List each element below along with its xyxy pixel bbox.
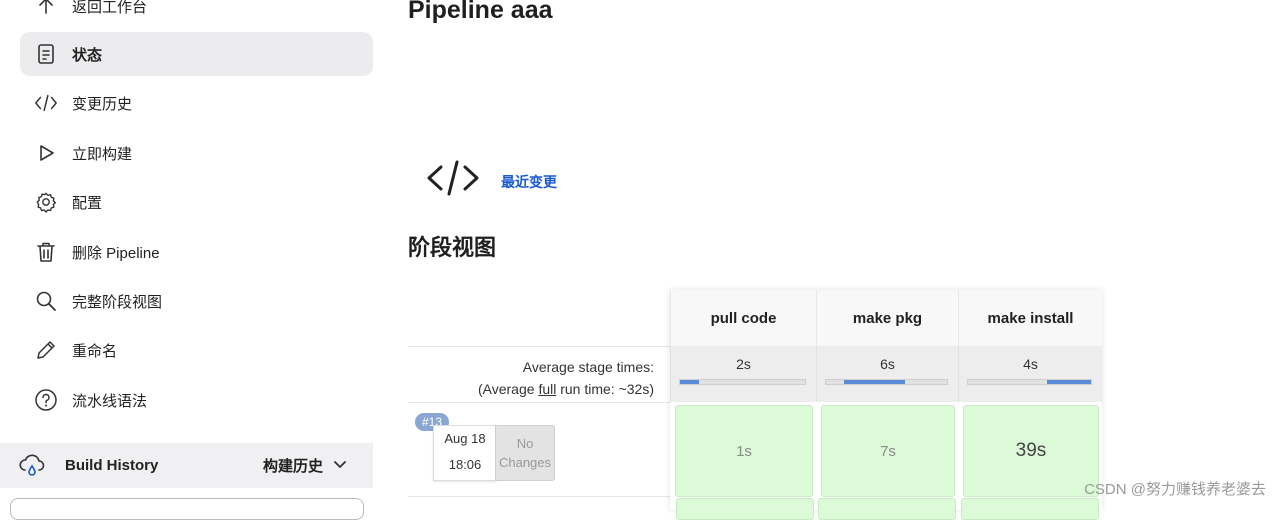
average-full-run-time-text: (Average full run time: ~32s) xyxy=(478,378,654,400)
watermark: CSDN @努力赚钱养老婆去 xyxy=(1084,481,1266,498)
sidebar-item-label: 配置 xyxy=(72,194,103,212)
cloud-rain-icon xyxy=(18,453,46,479)
build-changes[interactable]: No Changes xyxy=(495,425,555,481)
build-date-time: 18:06 xyxy=(448,457,482,472)
stage-average-time: 4s xyxy=(1023,356,1038,372)
sidebar-item-build-now[interactable]: 立即构建 xyxy=(20,131,373,175)
stage-cell[interactable] xyxy=(676,498,814,520)
stage-average-bar-fill xyxy=(680,380,699,384)
build-history-filter-input[interactable] xyxy=(10,498,364,520)
trash-icon xyxy=(34,240,58,264)
pencil-icon xyxy=(34,338,58,362)
page-title: Pipeline aaa xyxy=(408,0,553,24)
stage-average: 4s xyxy=(958,346,1102,402)
sidebar-item-label: 变更历史 xyxy=(72,95,133,113)
stage-average-bar-fill xyxy=(1046,380,1091,384)
stage-column: pull code 2s 1s xyxy=(670,290,816,510)
sidebar-item-pipeline-syntax[interactable]: 流水线语法 xyxy=(20,378,373,422)
stage-average-bar xyxy=(967,379,1092,385)
recent-changes-link[interactable]: 最近变更 xyxy=(501,172,557,192)
code-icon xyxy=(426,158,480,198)
average-times-label: Average stage times: (Average full run t… xyxy=(478,356,654,400)
stage-header: make install xyxy=(958,290,1102,346)
document-icon xyxy=(34,42,58,66)
sidebar-item-back-to-dashboard[interactable]: 返回工作台 xyxy=(20,0,373,28)
stage-view-heading: 阶段视图 xyxy=(408,235,497,260)
chevron-down-icon xyxy=(333,457,347,474)
sidebar-item-label: 删除 Pipeline xyxy=(72,244,160,262)
search-icon xyxy=(34,289,58,313)
stage-cell[interactable]: 7s xyxy=(821,405,955,497)
play-icon xyxy=(34,141,58,165)
sidebar-item-label: 立即构建 xyxy=(72,145,133,163)
sidebar-item-label: 流水线语法 xyxy=(72,392,148,410)
build-date: Aug 18 18:06 xyxy=(433,425,497,481)
stage-grid: pull code 2s 1s make pkg 6s 7s make inst… xyxy=(670,290,1102,510)
sidebar-item-label: 返回工作台 xyxy=(72,0,148,16)
average-stage-times-text: Average stage times: xyxy=(522,359,654,375)
stage-average-time: 2s xyxy=(736,356,751,372)
stage-column: make install 4s 39s xyxy=(958,290,1102,510)
row-divider xyxy=(408,496,670,497)
gear-icon xyxy=(34,190,58,214)
build-row: #13 Aug 18 18:06 No Changes xyxy=(408,402,670,497)
sidebar-item-label: 完整阶段视图 xyxy=(72,293,163,311)
sidebar-item-configure[interactable]: 配置 xyxy=(20,180,373,224)
arrow-up-icon xyxy=(34,0,58,18)
stage-average-time: 6s xyxy=(880,356,895,372)
stage-average: 6s xyxy=(816,346,958,402)
stage-average-bar xyxy=(679,379,806,385)
build-history-toggle-label: 构建历史 xyxy=(263,458,324,475)
avg-prefix: (Average xyxy=(477,381,539,397)
stage-cell[interactable]: 1s xyxy=(675,405,813,497)
sidebar-item-status[interactable]: 状态 xyxy=(20,32,373,76)
sidebar-item-label: 重命名 xyxy=(72,342,118,360)
build-date-day: Aug 18 xyxy=(444,431,486,446)
build-history-bar: Build History 构建历史 xyxy=(0,443,373,488)
stage-cell[interactable]: 39s xyxy=(963,405,1099,497)
stage-cell[interactable] xyxy=(961,498,1099,520)
sidebar-item-rename[interactable]: 重命名 xyxy=(20,328,373,372)
sidebar-item-label: 状态 xyxy=(72,46,103,64)
stage-header: pull code xyxy=(670,290,816,346)
stage-header: make pkg xyxy=(816,290,958,346)
sidebar: 返回工作台 状态 变更历史 立即构建 配置 删除 Pipeline 完整阶段视图… xyxy=(0,0,390,520)
stage-average-bar xyxy=(825,379,948,385)
build-history-toggle[interactable]: 构建历史 xyxy=(263,455,347,476)
help-icon xyxy=(34,388,58,412)
build-history-title: Build History xyxy=(65,457,159,474)
average-times-header: Average stage times: (Average full run t… xyxy=(408,346,670,403)
avg-suffix: run time: ~32s) xyxy=(556,381,654,397)
full-run-link[interactable]: full xyxy=(538,381,556,397)
sidebar-item-changes[interactable]: 变更历史 xyxy=(20,81,373,125)
stage-column: make pkg 6s 7s xyxy=(816,290,958,510)
stage-cell[interactable] xyxy=(818,498,956,520)
code-icon xyxy=(34,91,58,115)
stage-average: 2s xyxy=(670,346,816,402)
stage-average-bar-fill xyxy=(844,380,905,384)
sidebar-item-delete-pipeline[interactable]: 删除 Pipeline xyxy=(20,230,373,274)
sidebar-item-full-stage-view[interactable]: 完整阶段视图 xyxy=(20,279,373,323)
